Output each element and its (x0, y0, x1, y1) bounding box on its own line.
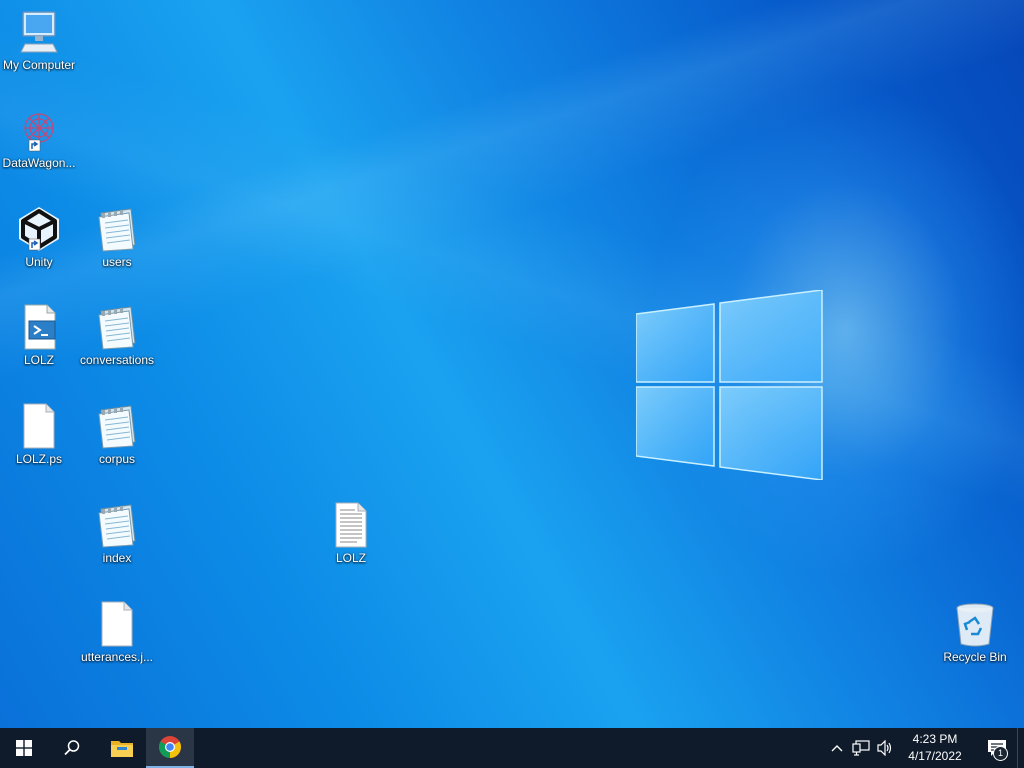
search-icon (64, 740, 80, 756)
clock-time: 4:23 PM (912, 732, 958, 746)
icon-label: DataWagon... (2, 156, 76, 170)
icon-label: conversations (79, 353, 155, 367)
desktop-icon-my-computer[interactable]: My Computer (0, 8, 78, 72)
file-explorer-button[interactable] (98, 728, 146, 768)
network-button[interactable] (849, 728, 873, 768)
icon-label: LOLZ.ps (15, 452, 63, 466)
blank-file-icon (93, 600, 141, 648)
windows-wallpaper-logo (636, 290, 823, 480)
desktop-icon-lolz-ps[interactable]: LOLZ.ps (0, 402, 78, 466)
desktop-icon-conversations[interactable]: conversations (78, 303, 156, 367)
recycle-bin-icon (951, 600, 999, 648)
desktop-icon-users[interactable]: users (78, 205, 156, 269)
desktop-icon-lolz-script[interactable]: LOLZ (0, 303, 78, 367)
notepad-file-icon (93, 205, 141, 253)
show-hidden-icons-button[interactable] (825, 728, 849, 768)
datawagon-shortcut-icon (15, 106, 63, 154)
icon-label: Unity (25, 255, 53, 269)
start-button[interactable] (0, 728, 48, 768)
chevron-up-icon (831, 745, 843, 752)
volume-button[interactable] (873, 728, 897, 768)
desktop-icon-utterances[interactable]: utterances.j... (78, 600, 156, 664)
computer-icon (15, 8, 63, 56)
text-document-icon (327, 501, 375, 549)
desktop-icon-lolz-text[interactable]: LOLZ (312, 501, 390, 565)
unity-shortcut-icon (15, 205, 63, 253)
show-desktop-button[interactable] (1017, 728, 1024, 768)
notification-count-badge: 1 (993, 746, 1008, 761)
desktop-icon-index[interactable]: index (78, 501, 156, 565)
notepad-file-icon (93, 402, 141, 450)
icon-label: users (102, 255, 132, 269)
icon-label: corpus (98, 452, 136, 466)
desktop-icon-recycle-bin[interactable]: Recycle Bin (936, 600, 1014, 664)
network-icon (852, 740, 870, 756)
volume-icon (877, 740, 892, 756)
icon-label: utterances.j... (80, 650, 154, 664)
icon-label: My Computer (2, 58, 76, 72)
search-button[interactable] (48, 728, 96, 768)
chrome-icon (159, 736, 181, 758)
file-explorer-icon (111, 741, 133, 757)
taskbar: 4:23 PM 4/17/2022 1 (0, 728, 1024, 768)
icon-label: Recycle Bin (943, 650, 1007, 664)
icon-label: LOLZ (23, 353, 54, 367)
desktop-icon-unity[interactable]: Unity (0, 205, 78, 269)
system-tray: 4:23 PM 4/17/2022 1 (825, 728, 1024, 768)
powershell-script-icon (15, 303, 63, 351)
clock-date: 4/17/2022 (908, 749, 962, 763)
desktop-icon-datawagon[interactable]: DataWagon... (0, 106, 78, 170)
icon-label: LOLZ (335, 551, 366, 565)
icon-label: index (102, 551, 132, 565)
notepad-file-icon (93, 303, 141, 351)
action-center-button[interactable]: 1 (977, 728, 1017, 768)
desktop-icon-corpus[interactable]: corpus (78, 402, 156, 466)
blank-file-icon (15, 402, 63, 450)
clock-button[interactable]: 4:23 PM 4/17/2022 (901, 731, 969, 765)
windows-start-icon (16, 740, 32, 756)
notepad-file-icon (93, 501, 141, 549)
chrome-button[interactable] (146, 728, 194, 768)
